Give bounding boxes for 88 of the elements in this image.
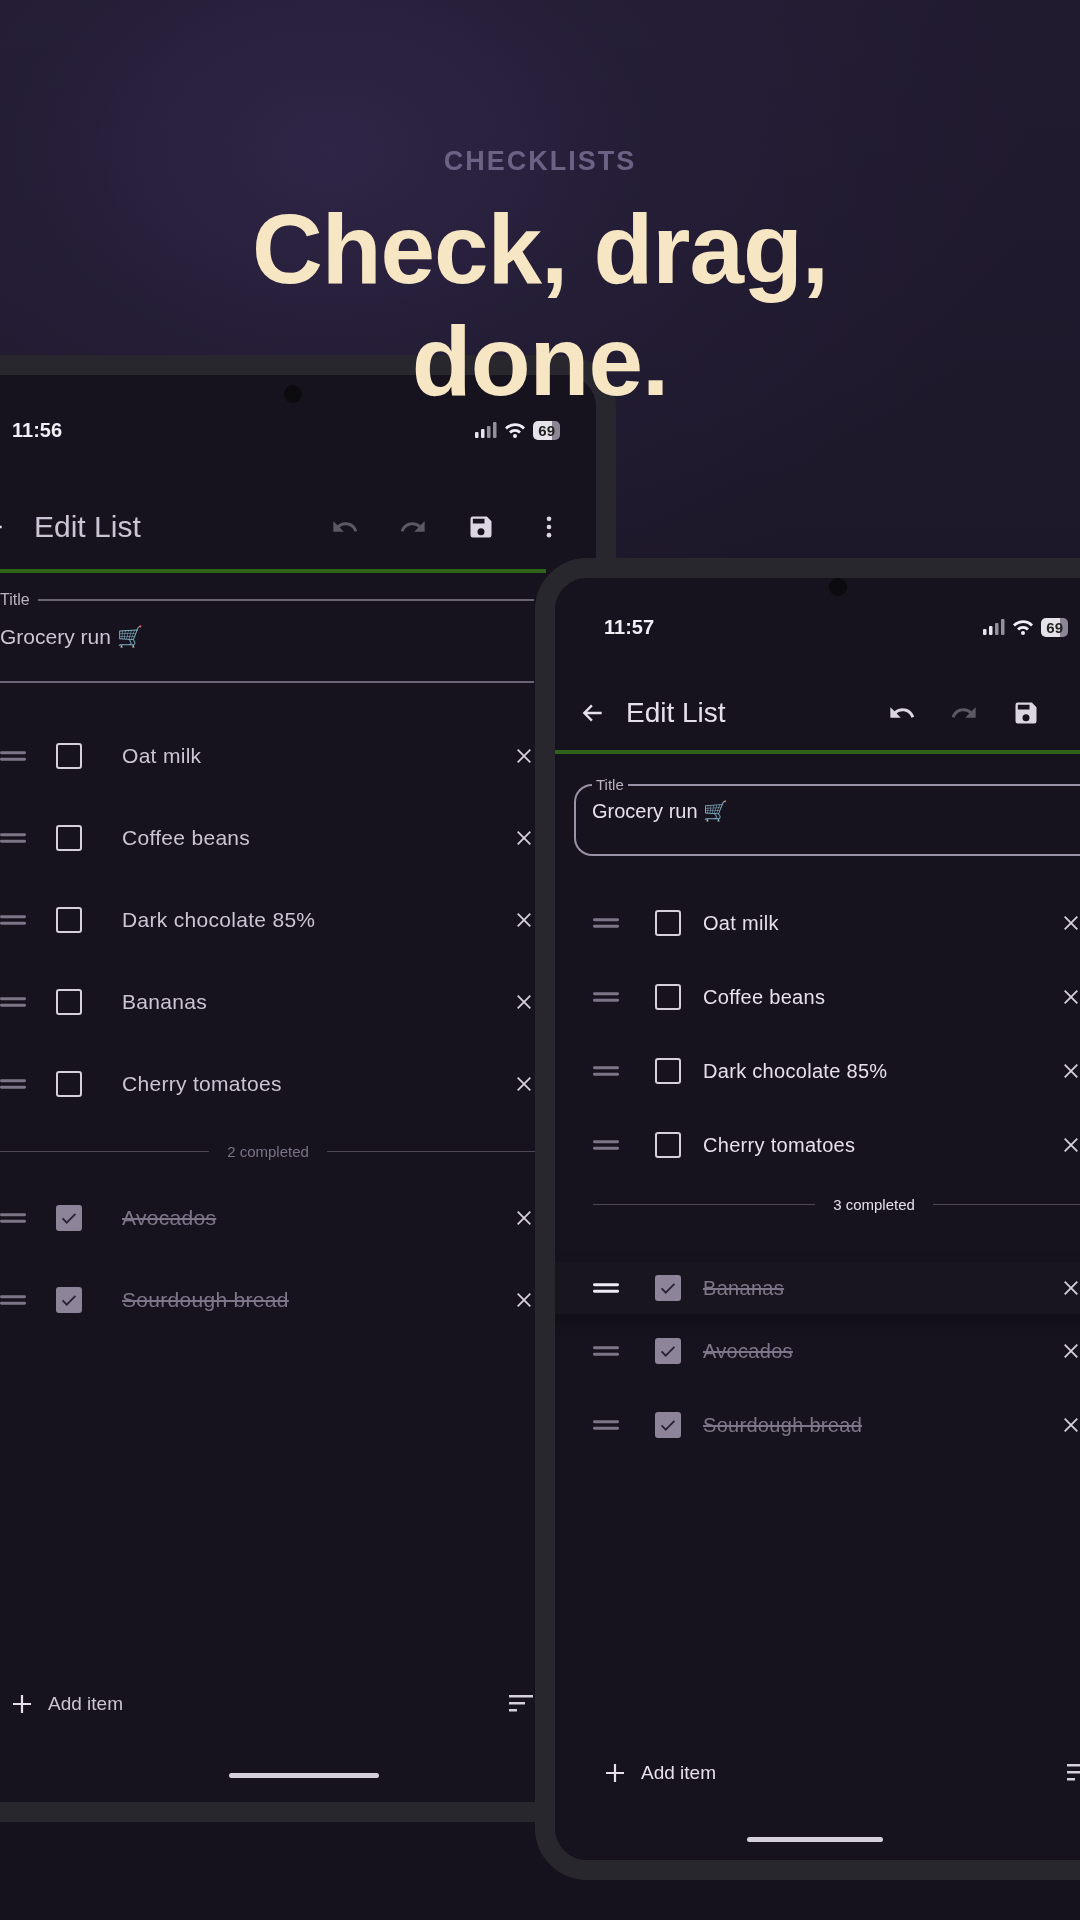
close-icon[interactable] [515, 911, 533, 929]
add-item-button[interactable]: Add item [10, 1692, 123, 1716]
close-icon[interactable] [1062, 1136, 1080, 1154]
close-icon[interactable] [515, 829, 533, 847]
item-text: Oat milk [122, 744, 203, 768]
item-text: Cherry tomatoes [703, 1133, 857, 1157]
item-text: Sourdough bread [122, 1288, 290, 1312]
drag-handle-icon[interactable] [0, 914, 26, 926]
screen-title: Edit List [626, 697, 727, 729]
item-text: Dark chocolate 85% [122, 908, 317, 932]
wifi-icon [1012, 619, 1035, 635]
sort-icon[interactable] [509, 1695, 533, 1713]
plus-icon [603, 1761, 627, 1785]
checklist-row[interactable]: Dark chocolate 85% [0, 879, 536, 961]
item-text: Bananas [703, 1276, 786, 1300]
drag-handle-icon[interactable] [593, 1345, 619, 1357]
drag-handle-icon[interactable] [0, 832, 26, 844]
status-time: 11:56 [12, 418, 63, 442]
headline: Check, drag, [251, 193, 829, 305]
close-icon[interactable] [1062, 1416, 1080, 1434]
checklist-row[interactable]: Avocados [555, 1314, 1080, 1388]
close-icon[interactable] [515, 1075, 533, 1093]
battery-indicator: 69 [533, 420, 560, 440]
checklist-row[interactable]: Avocados [0, 1177, 536, 1259]
drag-handle-icon[interactable] [0, 996, 26, 1008]
checkbox[interactable] [655, 1412, 681, 1438]
drag-handle-icon[interactable] [593, 1139, 619, 1151]
item-text: Coffee beans [703, 985, 827, 1009]
headline: done. [411, 305, 669, 417]
close-icon[interactable] [515, 1209, 533, 1227]
checklist-row[interactable]: Cherry tomatoes [0, 1043, 536, 1125]
checklist-row[interactable]: Oat milk [555, 886, 1080, 960]
dragged-item-row[interactable]: Bananas [555, 1262, 1080, 1314]
item-text: Bananas [122, 990, 208, 1014]
close-icon[interactable] [1062, 1342, 1080, 1360]
drag-handle-icon[interactable] [593, 991, 619, 1003]
close-icon[interactable] [1062, 914, 1080, 932]
close-icon[interactable] [1062, 1279, 1080, 1297]
close-icon[interactable] [515, 1291, 533, 1309]
drag-handle-icon[interactable] [0, 1294, 26, 1306]
item-text: Coffee beans [122, 826, 252, 850]
checkbox[interactable] [56, 1205, 82, 1231]
field-label: Title [595, 776, 625, 793]
item-text: Dark chocolate 85% [703, 1059, 889, 1083]
item-text: Avocados [703, 1339, 794, 1363]
field-value: Grocery run 🛒 [0, 625, 144, 649]
checkbox[interactable] [56, 1287, 82, 1313]
camera-hole [829, 578, 847, 596]
item-text: Cherry tomatoes [122, 1072, 283, 1096]
drag-handle-icon[interactable] [593, 1419, 619, 1431]
checklist-row[interactable]: Sourdough bread [0, 1259, 536, 1341]
completed-count: 2 completed [227, 1142, 309, 1160]
plus-icon [10, 1692, 34, 1716]
battery-indicator: 69 [1041, 617, 1068, 637]
signal-icon [983, 619, 1006, 635]
close-icon[interactable] [515, 993, 533, 1011]
checklist-row[interactable]: Coffee beans [555, 960, 1080, 1034]
checklist-row[interactable]: Cherry tomatoes [555, 1108, 1080, 1182]
close-icon[interactable] [515, 747, 533, 765]
signal-icon [475, 422, 498, 438]
drag-handle-icon[interactable] [593, 1282, 619, 1294]
checklist-row[interactable]: Dark chocolate 85% [555, 1034, 1080, 1108]
checklist-row[interactable]: Sourdough bread [555, 1388, 1080, 1462]
wifi-icon [504, 422, 527, 438]
status-time: 11:57 [604, 615, 655, 639]
title-field[interactable]: Title Grocery run 🛒 [0, 591, 534, 683]
item-text: Avocados [122, 1206, 218, 1230]
drag-handle-icon[interactable] [0, 1212, 26, 1224]
add-item-button[interactable]: Add item [603, 1761, 716, 1785]
item-text: Oat milk [703, 911, 780, 935]
title-field[interactable]: Title Grocery run 🛒 [574, 776, 1080, 856]
item-text: Sourdough bread [703, 1413, 864, 1437]
drag-handle-icon[interactable] [0, 1078, 26, 1090]
screen-title: Edit List [34, 510, 142, 544]
field-label: Title [0, 591, 30, 609]
close-icon[interactable] [1062, 1062, 1080, 1080]
section-eyebrow: CHECKLISTS [443, 146, 637, 177]
field-value: Grocery run 🛒 [592, 799, 730, 823]
checkbox[interactable] [655, 1275, 681, 1301]
close-icon[interactable] [1062, 988, 1080, 1006]
drag-handle-icon[interactable] [593, 917, 619, 929]
checklist-row[interactable]: Bananas [0, 961, 536, 1043]
drag-handle-icon[interactable] [0, 750, 26, 762]
completed-count: 3 completed [833, 1195, 915, 1213]
checklist-row[interactable]: Coffee beans [0, 797, 536, 879]
drag-handle-icon[interactable] [593, 1065, 619, 1077]
checklist-row[interactable]: Oat milk [0, 715, 536, 797]
checkbox[interactable] [655, 1338, 681, 1364]
